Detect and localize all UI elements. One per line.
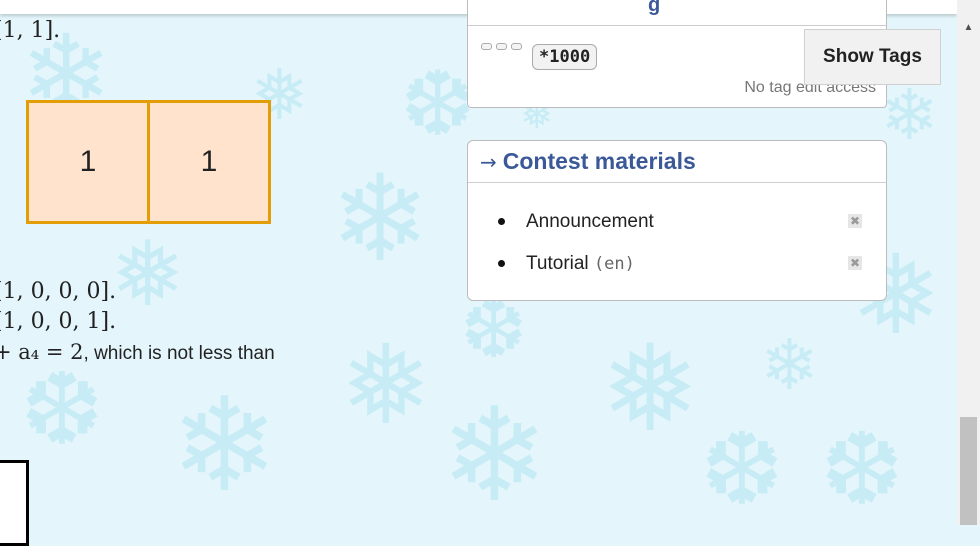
tags-panel-title-fragment: g: [648, 0, 661, 16]
snowflake-decoration: ❆: [400, 52, 476, 157]
snowflake-decoration: ❄: [880, 74, 939, 156]
bullet-icon: [498, 218, 505, 225]
tutorial-language: (en): [593, 254, 635, 274]
contest-materials-header: → Contest materials: [468, 141, 886, 183]
remove-icon[interactable]: ✖: [848, 256, 862, 270]
sum-text: , which is not less than: [83, 343, 275, 364]
array-example-line: [1, 0, 0, 1].: [0, 309, 117, 334]
array-cell: 1: [26, 100, 150, 224]
tag-dots-toggle[interactable]: [481, 43, 522, 50]
snowflake-decoration: ❄: [760, 324, 819, 406]
snowflake-decoration: ❆: [20, 351, 104, 468]
remove-icon[interactable]: ✖: [848, 214, 862, 228]
sum-formula: + a₄ = 2: [0, 340, 84, 364]
bullet-icon: [498, 260, 505, 267]
announcement-link[interactable]: Announcement: [526, 211, 654, 233]
list-item: Tutorial (en) ✖: [468, 249, 886, 279]
arrow-right-icon: →: [480, 149, 497, 174]
tag-badge[interactable]: *1000: [532, 44, 598, 70]
snowflake-decoration: ❄: [170, 369, 279, 521]
snowflake-decoration: ❅: [110, 222, 186, 327]
tags-panel-header: g: [468, 0, 886, 26]
snowflake-decoration: ❄: [330, 150, 431, 289]
contest-materials-title[interactable]: Contest materials: [503, 148, 696, 175]
snowflake-decoration: ❆: [700, 411, 784, 528]
list-item: Announcement ✖: [468, 207, 886, 237]
sum-explanation: + a₄ = 2, which is not less than: [0, 340, 275, 365]
show-tags-button[interactable]: Show Tags: [804, 29, 941, 85]
array-example-top: [1, 1].: [0, 18, 61, 43]
array-cell: 1: [147, 100, 271, 224]
contest-materials-panel: → Contest materials Announcement ✖ Tutor…: [467, 140, 887, 301]
array-cells: 1 1: [26, 100, 271, 224]
snowflake-decoration: ❅: [600, 320, 701, 459]
diagram-box-partial: [0, 460, 29, 546]
scrollbar-thumb[interactable]: [960, 417, 977, 525]
tutorial-link[interactable]: Tutorial (en): [526, 253, 635, 275]
array-example-line: [1, 0, 0, 0].: [0, 279, 117, 304]
snowflake-decoration: ❅: [340, 321, 433, 449]
snowflake-decoration: ❆: [820, 411, 904, 528]
tutorial-label[interactable]: Tutorial: [526, 253, 589, 274]
snowflake-decoration: ❄: [440, 379, 549, 531]
scroll-up-icon[interactable]: ▲: [957, 16, 980, 38]
snowflake-decoration: ❆: [460, 283, 528, 376]
